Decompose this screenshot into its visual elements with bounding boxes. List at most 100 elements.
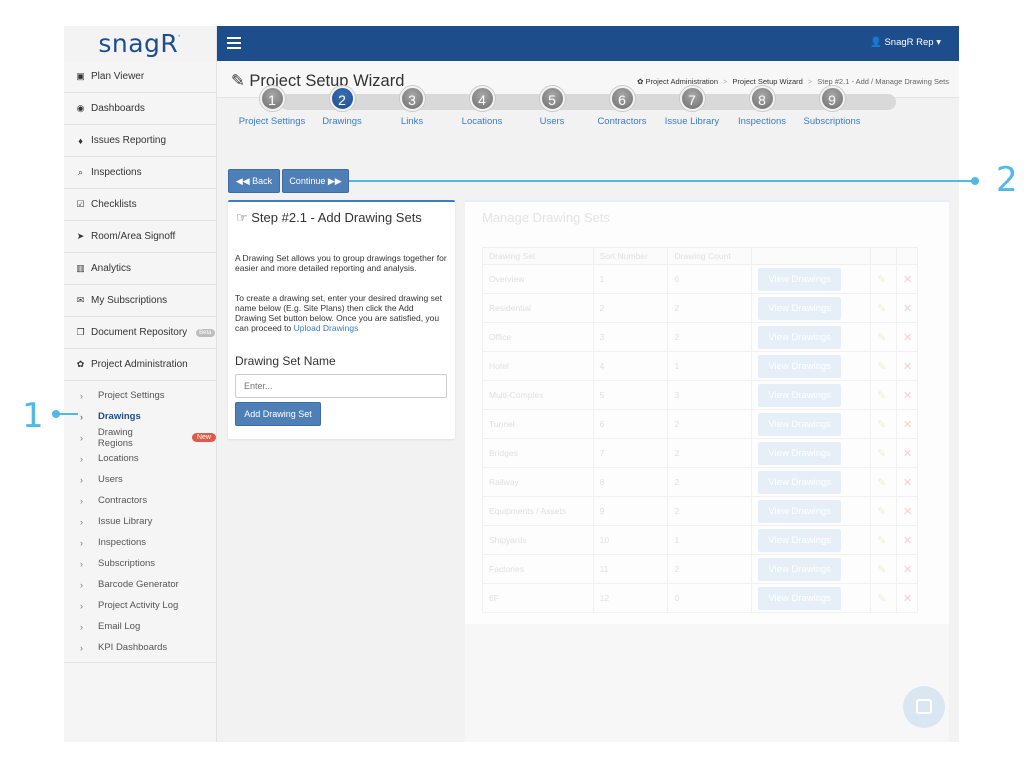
close-icon[interactable]: ✕ bbox=[903, 477, 912, 489]
view-drawings-button[interactable]: View Drawings bbox=[758, 354, 842, 378]
close-icon[interactable]: ✕ bbox=[903, 593, 912, 605]
back-button[interactable]: ◀◀ Back bbox=[228, 169, 280, 193]
pencil-icon[interactable]: ✎ bbox=[877, 564, 886, 576]
view-drawings-button[interactable]: View Drawings bbox=[758, 557, 842, 581]
location-arrow-icon: ➤ bbox=[76, 231, 85, 241]
view-drawings-button[interactable]: View Drawings bbox=[758, 470, 842, 494]
chevron-right-icon: › bbox=[80, 411, 83, 422]
close-icon[interactable]: ✕ bbox=[903, 303, 912, 315]
close-icon[interactable]: ✕ bbox=[903, 274, 912, 286]
wizard-step-project-settings[interactable]: 1 Project Settings bbox=[232, 86, 312, 127]
pencil-icon[interactable]: ✎ bbox=[877, 593, 886, 605]
close-icon[interactable]: ✕ bbox=[903, 448, 912, 460]
delete-cell: ✕ bbox=[896, 322, 918, 352]
sidebar-item-issues-reporting[interactable]: ♦ Issues Reporting bbox=[64, 125, 216, 157]
submenu-item-kpi-dashboards[interactable]: › KPI Dashboards bbox=[64, 637, 216, 658]
sidebar-nav: ▣ Plan Viewer ◉ Dashboards ♦ Issues Reporting… bbox=[64, 61, 216, 381]
pencil-icon[interactable]: ✎ bbox=[877, 332, 886, 344]
drawing-count-cell: 2 bbox=[667, 496, 753, 526]
submenu-item-inspections[interactable]: › Inspections bbox=[64, 532, 216, 553]
pencil-icon[interactable]: ✎ bbox=[877, 448, 886, 460]
continue-button[interactable]: Continue ▶▶ bbox=[282, 169, 349, 193]
user-menu[interactable]: 👤 SnagR Rep ▾ bbox=[870, 37, 941, 48]
view-drawings-button[interactable]: View Drawings bbox=[758, 586, 842, 610]
dashboard-icon: ◉ bbox=[76, 103, 85, 113]
submenu-item-locations[interactable]: › Locations bbox=[64, 448, 216, 469]
wizard-step-drawings[interactable]: 2 Drawings bbox=[302, 86, 382, 127]
wizard-step-locations[interactable]: 4 Locations bbox=[442, 86, 522, 127]
view-drawings-button[interactable]: View Drawings bbox=[758, 499, 842, 523]
add-drawing-set-button[interactable]: Add Drawing Set bbox=[235, 402, 321, 426]
wizard-step-links[interactable]: 3 Links bbox=[372, 86, 452, 127]
submenu-item-project-settings[interactable]: › Project Settings bbox=[64, 385, 216, 406]
logo[interactable]: snagR · bbox=[64, 26, 216, 61]
chat-launcher-button[interactable] bbox=[903, 686, 945, 728]
sidebar-item-my-subscriptions[interactable]: ✉ My Subscriptions bbox=[64, 285, 216, 317]
table-row: Bridges 7 2 View Drawings ✎ ✕ bbox=[482, 438, 918, 468]
project-admin-submenu: › Project Settings › Drawings › Drawing Regio… bbox=[64, 381, 216, 663]
step-label: Subscriptions bbox=[803, 116, 861, 127]
breadcrumb-project-admin[interactable]: Project Administration bbox=[645, 77, 718, 86]
view-drawings-button[interactable]: View Drawings bbox=[758, 267, 842, 291]
step-number: 5 bbox=[539, 86, 565, 111]
view-cell: View Drawings bbox=[751, 554, 872, 584]
submenu-item-issue-library[interactable]: › Issue Library bbox=[64, 511, 216, 532]
submenu-item-email-log[interactable]: › Email Log bbox=[64, 616, 216, 637]
hamburger-menu-icon[interactable] bbox=[227, 37, 241, 49]
submenu-item-drawings[interactable]: › Drawings bbox=[64, 406, 216, 427]
wizard-step-issue-library[interactable]: 7 Issue Library bbox=[652, 86, 732, 127]
sidebar-item-dashboards[interactable]: ◉ Dashboards bbox=[64, 93, 216, 125]
close-icon[interactable]: ✕ bbox=[903, 564, 912, 576]
pencil-icon[interactable]: ✎ bbox=[877, 506, 886, 518]
wizard-step-contractors[interactable]: 6 Contractors bbox=[582, 86, 662, 127]
view-drawings-button[interactable]: View Drawings bbox=[758, 441, 842, 465]
step-label: Drawings bbox=[322, 116, 362, 127]
close-icon[interactable]: ✕ bbox=[903, 506, 912, 518]
sidebar-item-room-area-signoff[interactable]: ➤ Room/Area Signoff bbox=[64, 221, 216, 253]
submenu-item-drawing-regions[interactable]: › Drawing Regions New bbox=[64, 427, 216, 449]
submenu-item-contractors[interactable]: › Contractors bbox=[64, 490, 216, 511]
pencil-icon[interactable]: ✎ bbox=[877, 477, 886, 489]
submenu-item-barcode-generator[interactable]: › Barcode Generator bbox=[64, 574, 216, 595]
add-drawing-set-panel: ☞ Step #2.1 - Add Drawing Sets A Drawing… bbox=[228, 200, 455, 439]
sidebar-item-checklists[interactable]: ☑ Checklists bbox=[64, 189, 216, 221]
close-icon[interactable]: ✕ bbox=[903, 390, 912, 402]
drawing-set-name-input[interactable] bbox=[235, 374, 447, 398]
wizard-step-inspections[interactable]: 8 Inspections bbox=[722, 86, 802, 127]
table-row: Shipyards 10 1 View Drawings ✎ ✕ bbox=[482, 525, 918, 555]
wizard-step-subscriptions[interactable]: 9 Subscriptions bbox=[792, 86, 872, 127]
sidebar-item-project-administration[interactable]: ✿ Project Administration bbox=[64, 349, 216, 381]
pencil-icon[interactable]: ✎ bbox=[877, 274, 886, 286]
column-header: Drawing Set bbox=[482, 247, 594, 265]
close-icon[interactable]: ✕ bbox=[903, 419, 912, 431]
pencil-icon[interactable]: ✎ bbox=[877, 419, 886, 431]
topbar: 👤 SnagR Rep ▾ bbox=[217, 26, 959, 61]
view-drawings-button[interactable]: View Drawings bbox=[758, 383, 842, 407]
sidebar-item-analytics[interactable]: ▥ Analytics bbox=[64, 253, 216, 285]
close-icon[interactable]: ✕ bbox=[903, 361, 912, 373]
close-icon[interactable]: ✕ bbox=[903, 535, 912, 547]
pencil-icon[interactable]: ✎ bbox=[877, 303, 886, 315]
sidebar-item-document-repository[interactable]: ❐ Document Repository Beta bbox=[64, 317, 216, 349]
submenu-item-subscriptions[interactable]: › Subscriptions bbox=[64, 553, 216, 574]
submenu-item-project-activity-log[interactable]: › Project Activity Log bbox=[64, 595, 216, 616]
pencil-icon[interactable]: ✎ bbox=[877, 390, 886, 402]
upload-drawings-link[interactable]: Upload Drawings bbox=[294, 323, 359, 333]
view-drawings-button[interactable]: View Drawings bbox=[758, 325, 842, 349]
sidebar-item-inspections[interactable]: ⌕ Inspections bbox=[64, 157, 216, 189]
pencil-icon[interactable]: ✎ bbox=[877, 361, 886, 373]
sort-number-cell: 2 bbox=[592, 293, 669, 323]
wizard-step-users[interactable]: 5 Users bbox=[512, 86, 592, 127]
view-drawings-button[interactable]: View Drawings bbox=[758, 296, 842, 320]
view-drawings-button[interactable]: View Drawings bbox=[758, 528, 842, 552]
sidebar-item-plan-viewer[interactable]: ▣ Plan Viewer bbox=[64, 61, 216, 93]
submenu-item-users[interactable]: › Users bbox=[64, 469, 216, 490]
sort-number-cell: 7 bbox=[592, 438, 669, 468]
view-drawings-button[interactable]: View Drawings bbox=[758, 412, 842, 436]
step-label: Users bbox=[539, 116, 565, 127]
drawing-count-cell: 2 bbox=[667, 293, 753, 323]
table-row: Overview 1 6 View Drawings ✎ ✕ bbox=[482, 264, 918, 294]
breadcrumb-setup-wizard[interactable]: Project Setup Wizard bbox=[732, 77, 802, 86]
close-icon[interactable]: ✕ bbox=[903, 332, 912, 344]
pencil-icon[interactable]: ✎ bbox=[877, 535, 886, 547]
